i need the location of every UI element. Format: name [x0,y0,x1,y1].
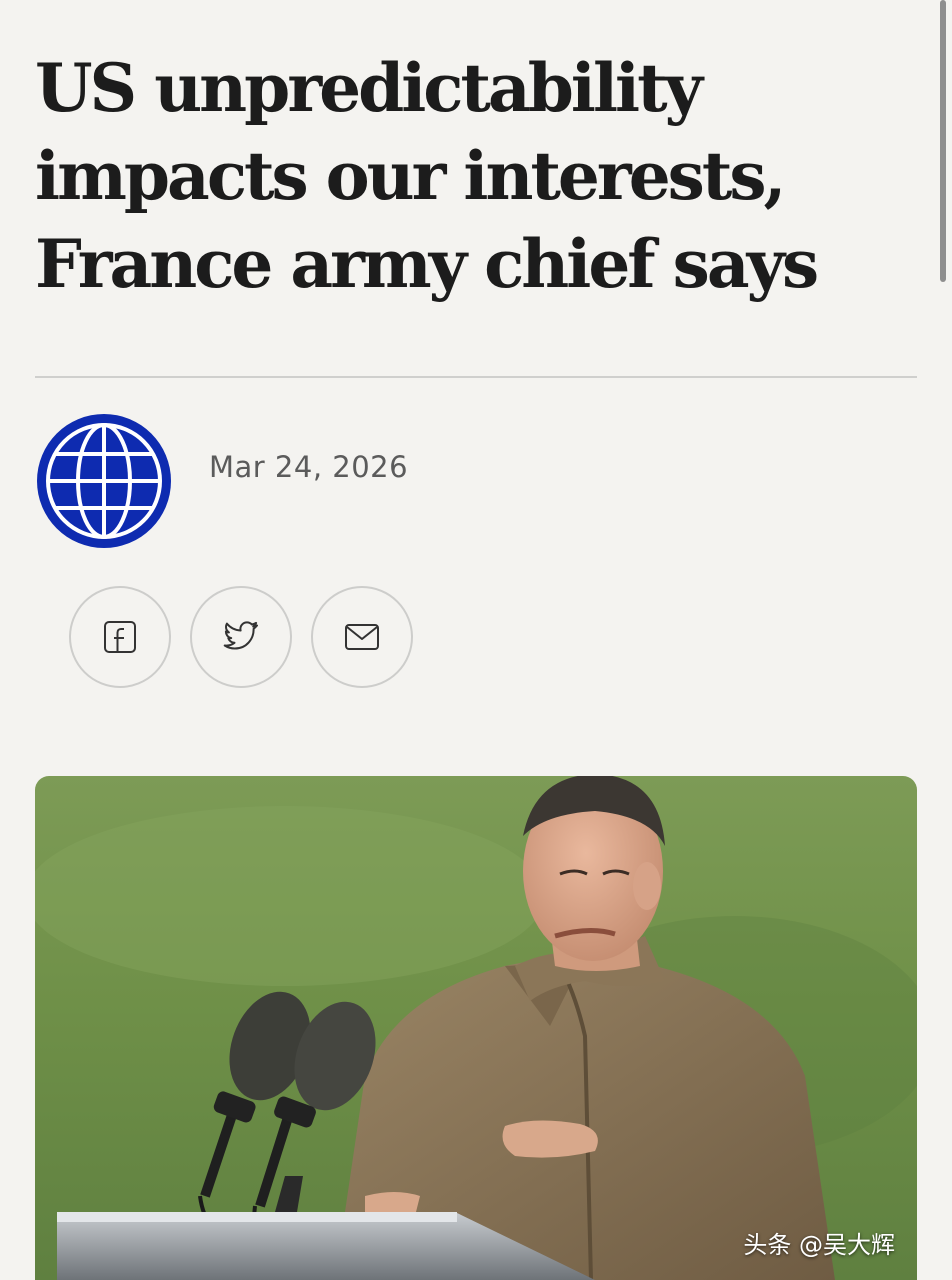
army-chief-speaking-photo [35,776,917,1280]
watermark: 头条 @吴大辉 [743,1231,895,1259]
share-twitter-button[interactable] [190,586,292,688]
scrollbar[interactable] [940,0,946,282]
share-email-button[interactable] [311,586,413,688]
article-page: US unpredictability impacts our interest… [0,0,952,1280]
article-photo[interactable]: 头条 @吴大辉 [35,776,917,1280]
share-facebook-button[interactable] [69,586,171,688]
divider [35,376,917,378]
twitter-icon [223,621,258,650]
publisher-avatar[interactable] [35,412,173,550]
article-headline: US unpredictability impacts our interest… [35,49,819,303]
globe-icon [37,414,171,548]
facebook-icon [104,621,136,653]
mail-icon [345,624,379,650]
publish-date: Mar 24, 2026 [209,450,409,484]
